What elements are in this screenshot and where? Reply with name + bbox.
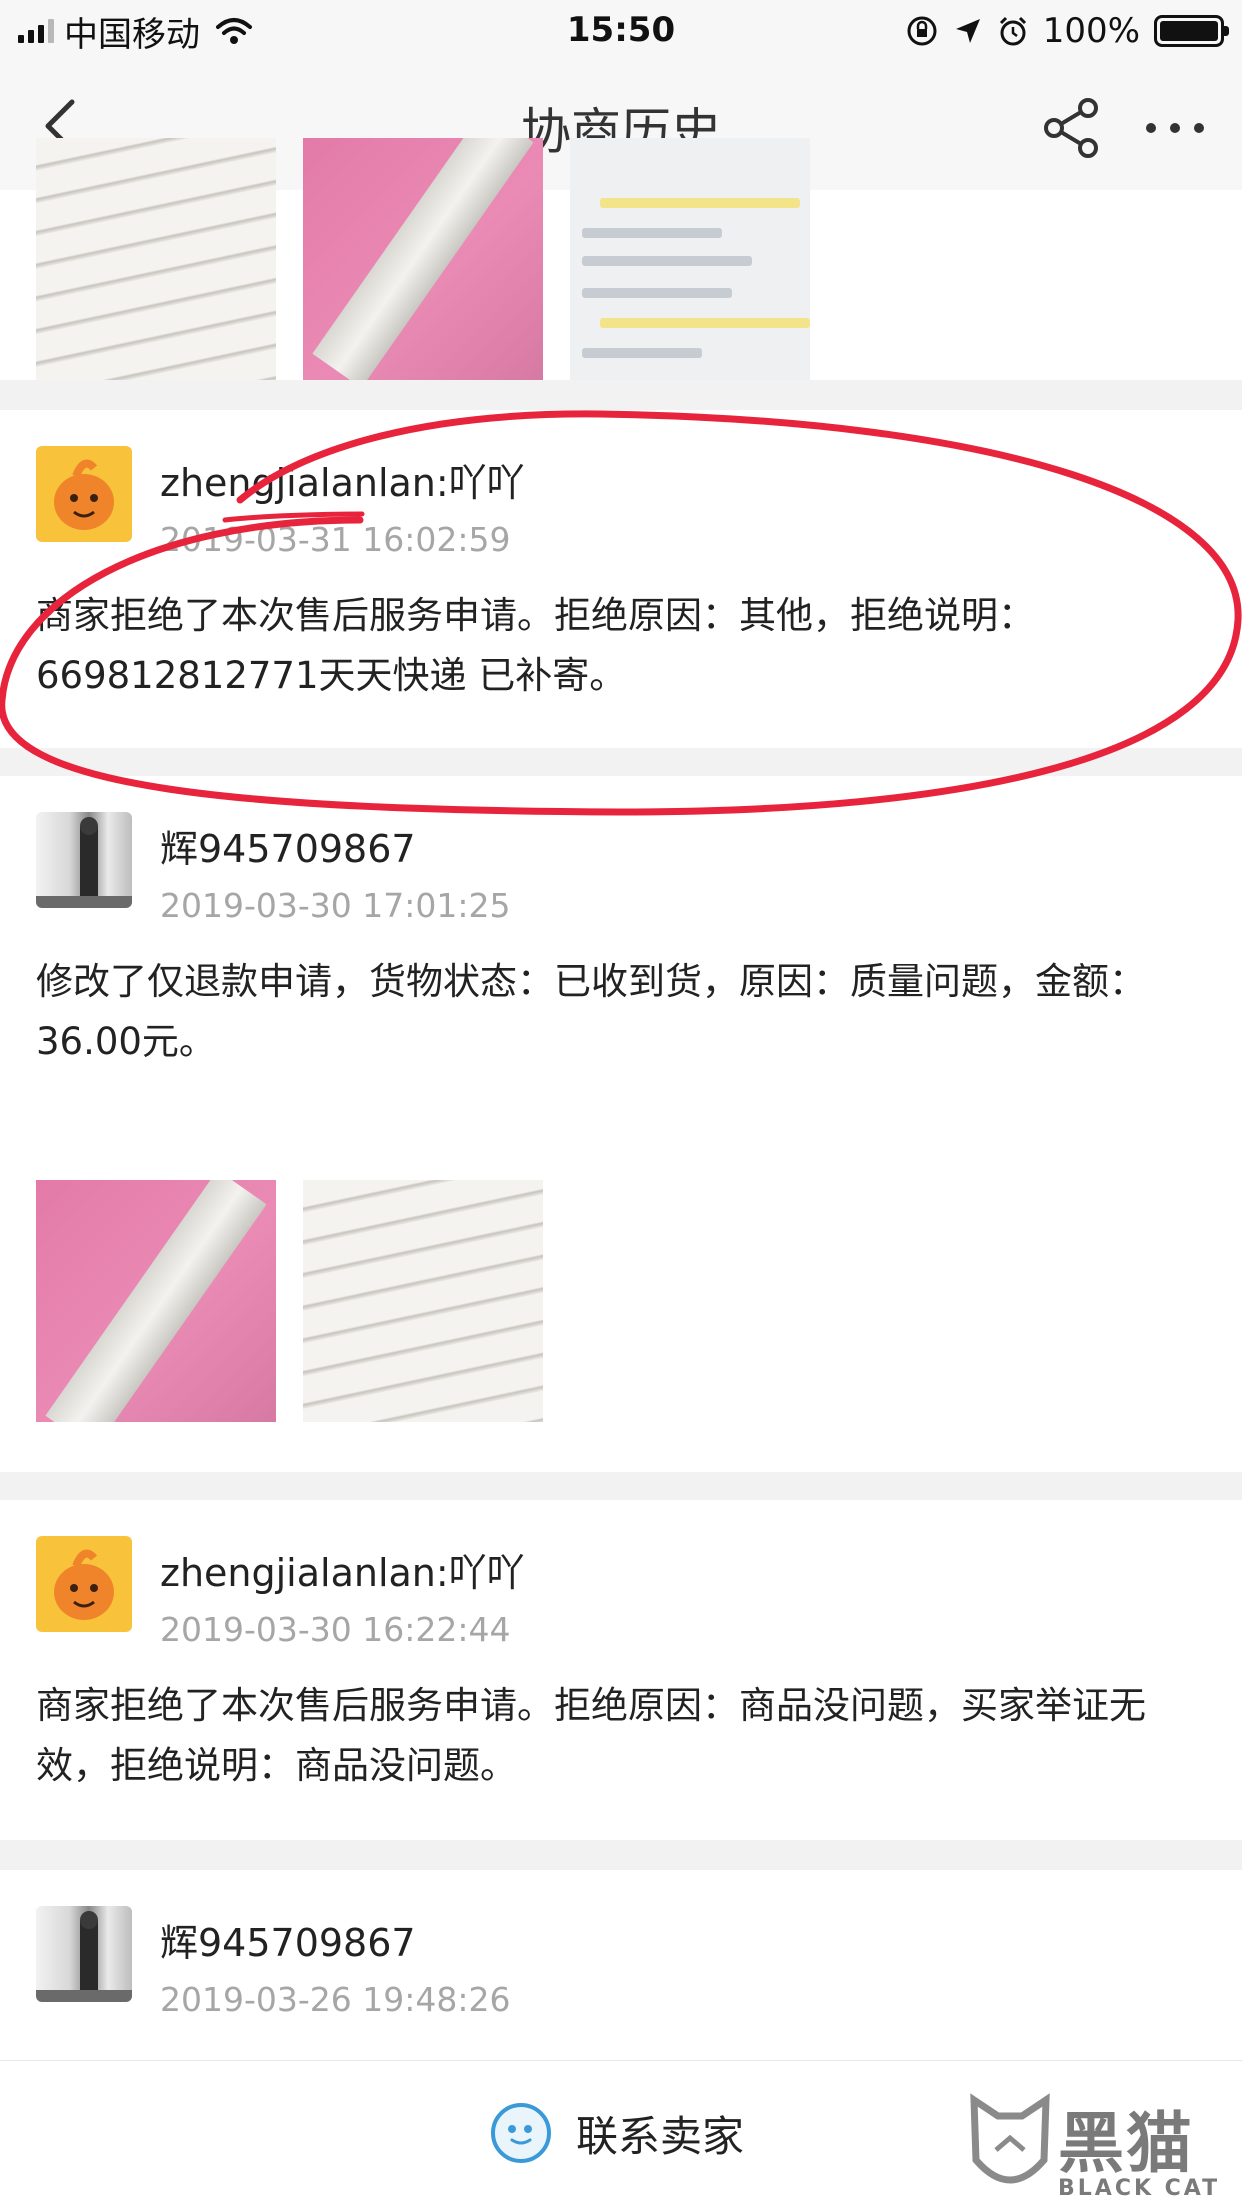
status-icons: 100% — [905, 10, 1229, 52]
avatar — [36, 812, 132, 908]
username: 辉945709867 — [160, 1921, 416, 1965]
contact-seller-button[interactable]: 联系卖家 — [488, 2093, 744, 2173]
avatar — [36, 446, 132, 542]
attachment-image[interactable] — [570, 138, 810, 380]
avatar — [36, 1906, 132, 2002]
message-text: 商家拒绝了本次售后服务申请。拒绝原因：商品没问题，买家举证无效，拒绝说明：商品没… — [36, 1684, 1146, 1787]
black-cat-logo-icon — [970, 2093, 1050, 2184]
attachment-image[interactable] — [303, 138, 543, 380]
status-bar: 中国移动 15:50 100% — [0, 0, 1242, 62]
history-entry: zhengjialanlan:吖吖 2019-03-30 16:22:44 商家… — [0, 1500, 1242, 1840]
username: zhengjialanlan:吖吖 — [160, 461, 525, 505]
rotation-lock-icon — [907, 16, 937, 46]
attachment-image[interactable] — [36, 138, 276, 380]
watermark-subtext: BLACK CAT — [1058, 2176, 1221, 2201]
contact-seller-label: 联系卖家 — [576, 2111, 745, 2161]
history-entry: 辉945709867 2019-03-26 19:48:26 — [0, 1870, 1242, 2060]
timestamp: 2019-03-30 16:22:44 — [160, 1610, 511, 1649]
attachment-image[interactable] — [303, 1180, 543, 1422]
alarm-icon — [999, 16, 1026, 46]
timestamp: 2019-03-26 19:48:26 — [160, 1980, 511, 2019]
battery-percent: 100% — [1042, 11, 1140, 51]
username: 辉945709867 — [160, 827, 416, 871]
timestamp: 2019-03-31 16:02:59 — [160, 520, 511, 559]
message-text: 商家拒绝了本次售后服务申请。拒绝原因：其他，拒绝说明：669812812771天… — [36, 594, 1035, 697]
watermark-text: 黑猫 — [1058, 2105, 1194, 2182]
message-text: 修改了仅退款申请，货物状态：已收到货，原因：质量问题，金额：36.00元。 — [36, 960, 1146, 1063]
more-button[interactable] — [1140, 96, 1210, 160]
chat-bubble-icon — [491, 2103, 551, 2163]
location-icon — [955, 19, 980, 43]
history-entry: 辉945709867 2019-03-30 17:01:25 修改了仅退款申请，… — [0, 776, 1242, 1472]
battery-icon — [1154, 15, 1229, 47]
avatar — [36, 1536, 132, 1632]
attachment-image[interactable] — [36, 1180, 276, 1422]
share-button[interactable] — [1040, 96, 1104, 160]
attachment-card — [0, 138, 1242, 380]
more-icon — [1146, 123, 1156, 133]
username: zhengjialanlan:吖吖 — [160, 1551, 525, 1595]
history-entry: zhengjialanlan:吖吖 2019-03-31 16:02:59 商家… — [0, 410, 1242, 748]
watermark-logo: 黑猫 BLACK CAT — [968, 2090, 1238, 2208]
timestamp: 2019-03-30 17:01:25 — [160, 886, 511, 925]
share-icon — [1044, 98, 1098, 158]
